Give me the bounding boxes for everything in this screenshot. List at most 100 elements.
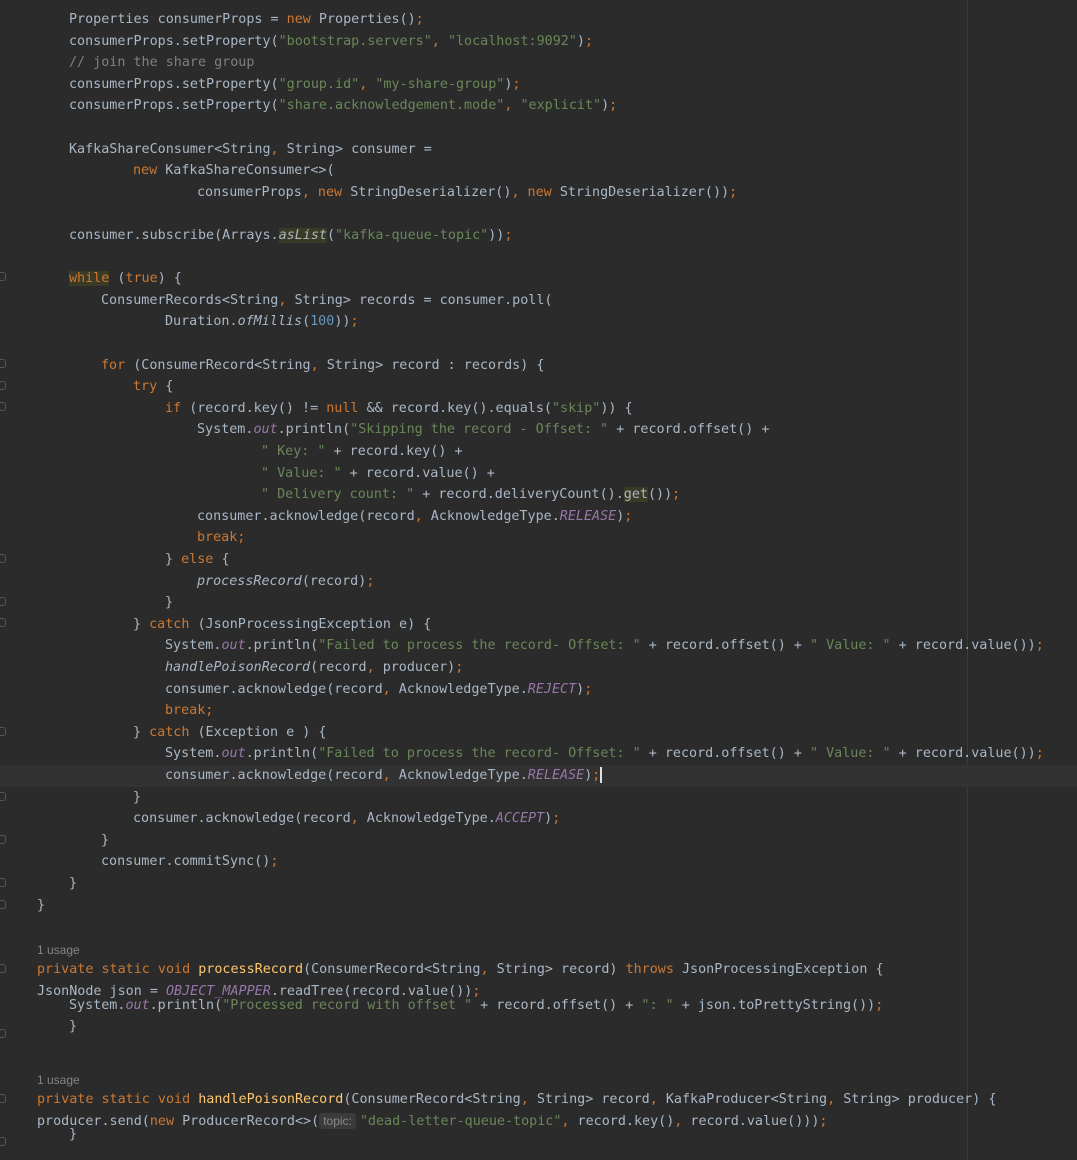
code-line[interactable]: consumer.acknowledge(record, Acknowledge… — [133, 808, 560, 830]
code-line[interactable]: consumerProps, new StringDeserializer(),… — [197, 182, 737, 204]
code-token: ; — [729, 184, 738, 200]
code-line[interactable]: producer.send(new ProducerRecord<>(topic… — [37, 1111, 827, 1133]
code-token: new — [133, 163, 166, 179]
fold-marker-icon[interactable] — [0, 272, 6, 281]
code-line[interactable]: } — [69, 1016, 77, 1038]
code-line[interactable]: consumerProps.setProperty("share.acknowl… — [69, 95, 617, 117]
code-token: consumerProps.setProperty( — [69, 98, 279, 114]
code-line[interactable]: } — [69, 1124, 77, 1146]
code-line[interactable]: } — [165, 592, 173, 614]
code-token: RELEASE — [527, 768, 585, 783]
fold-marker-icon[interactable] — [0, 964, 6, 973]
fold-marker-icon[interactable] — [0, 402, 6, 411]
code-token: , — [359, 76, 376, 92]
code-token: { — [165, 379, 174, 395]
usage-hint-process-record[interactable]: 1 usage — [37, 942, 80, 958]
code-line[interactable]: if (record.key() != null && record.key()… — [165, 398, 633, 420]
code-line[interactable]: System.out.println("Processed record wit… — [69, 995, 883, 1017]
code-line[interactable]: consumerProps.setProperty("bootstrap.ser… — [69, 31, 593, 53]
code-token: processRecord — [198, 962, 304, 978]
code-token: } — [69, 1019, 78, 1035]
code-line[interactable]: consumerProps.setProperty("group.id", "m… — [69, 74, 520, 96]
code-line[interactable]: Properties consumerProps = new Propertie… — [69, 9, 424, 31]
code-editor[interactable]: 1 usage 1 usage Properties consumerProps… — [0, 0, 1077, 1160]
parameter-hint: topic: — [319, 1112, 356, 1129]
code-token: KafkaProducer<String — [665, 1092, 828, 1107]
code-line[interactable]: // join the share group — [69, 52, 254, 74]
fold-marker-icon[interactable] — [0, 381, 6, 390]
code-line[interactable]: } — [69, 873, 77, 895]
code-line[interactable]: consumer.acknowledge(record, Acknowledge… — [197, 506, 632, 528]
code-line[interactable]: consumer.commitSync(); — [101, 851, 278, 873]
fold-marker-icon[interactable] — [0, 900, 6, 909]
code-token: ; — [366, 573, 375, 589]
code-token: + record.offset() + — [640, 638, 810, 654]
code-token: Properties consumerProps = — [69, 12, 287, 27]
code-line[interactable]: for (ConsumerRecord<String, String> reco… — [101, 355, 544, 377]
code-token: , — [310, 357, 327, 373]
code-line[interactable]: handlePoisonRecord(record, producer); — [165, 657, 463, 679]
code-line[interactable]: " Value: " + record.value() + — [261, 463, 495, 485]
fold-marker-icon[interactable] — [0, 878, 6, 887]
fold-marker-icon[interactable] — [0, 554, 6, 563]
code-token: out — [221, 746, 246, 762]
code-line[interactable]: ConsumerRecords<String, String> records … — [101, 290, 552, 312]
code-line[interactable]: } catch (Exception e ) { — [133, 722, 327, 744]
code-token: " Delivery count: " — [261, 487, 415, 503]
code-token: String> record) — [496, 962, 626, 978]
code-line[interactable]: consumer.acknowledge(record, Acknowledge… — [165, 679, 592, 701]
code-token: JsonProcessingException { — [682, 962, 884, 978]
code-token: record.key() — [577, 1113, 675, 1129]
code-line[interactable]: break; — [165, 700, 213, 722]
code-line[interactable]: processRecord(record); — [197, 571, 374, 593]
code-line[interactable]: private static void handlePoisonRecord(C… — [37, 1089, 996, 1111]
code-token: true — [125, 271, 158, 287]
code-token: RELEASE — [559, 508, 617, 524]
code-line[interactable]: " Key: " + record.key() + — [261, 441, 463, 463]
fold-marker-icon[interactable] — [0, 792, 6, 801]
fold-marker-icon[interactable] — [0, 1137, 6, 1146]
code-line[interactable]: " Delivery count: " + record.deliveryCou… — [261, 484, 680, 506]
code-line[interactable]: break; — [197, 527, 245, 549]
fold-marker-icon[interactable] — [0, 618, 6, 627]
code-line[interactable]: System.out.println("Skipping the record … — [197, 419, 769, 441]
code-line[interactable]: } catch (JsonProcessingException e) { — [133, 614, 431, 636]
code-line[interactable]: try { — [133, 376, 173, 398]
fold-marker-icon[interactable] — [0, 597, 6, 606]
code-line[interactable]: new KafkaShareConsumer<>( — [133, 160, 335, 182]
code-token: Duration. — [165, 314, 238, 330]
fold-marker-icon[interactable] — [0, 1029, 6, 1038]
code-token: } — [165, 552, 182, 567]
code-token: ; — [592, 768, 601, 783]
code-token: .println( — [149, 997, 223, 1013]
fold-marker-icon[interactable] — [0, 835, 6, 844]
code-token: ProducerRecord<>( — [182, 1113, 320, 1129]
code-token: " Value: " — [261, 465, 342, 481]
fold-marker-icon[interactable] — [0, 359, 6, 368]
code-token: while — [69, 271, 110, 287]
code-token: ofMillis — [237, 314, 303, 330]
code-line[interactable]: private static void processRecord(Consum… — [37, 959, 884, 981]
code-line[interactable]: Duration.ofMillis(100)); — [165, 311, 359, 333]
code-token: (record.key() != — [189, 400, 327, 416]
code-line[interactable]: } — [37, 895, 45, 917]
fold-marker-icon[interactable] — [0, 727, 6, 736]
code-line[interactable]: consumer.subscribe(Arrays.asList("kafka-… — [69, 225, 512, 247]
code-line[interactable]: } — [101, 830, 109, 852]
usage-hint-handle-poison-record[interactable]: 1 usage — [37, 1072, 80, 1088]
code-line[interactable]: } — [133, 787, 141, 809]
code-line[interactable]: consumer.acknowledge(record, Acknowledge… — [165, 765, 603, 787]
code-line[interactable]: } else { — [165, 549, 230, 571]
code-token: throws — [625, 962, 682, 978]
code-line[interactable]: while (true) { — [69, 268, 182, 290]
fold-marker-icon[interactable] — [0, 1094, 6, 1103]
code-token: + record.offset() + — [472, 997, 642, 1013]
code-token: + record.value()) — [890, 746, 1036, 762]
code-line[interactable]: System.out.println("Failed to process th… — [165, 743, 1044, 765]
code-token: System. — [165, 638, 222, 654]
code-token: "Failed to process the record- Offset: " — [318, 746, 641, 762]
code-token: ; — [584, 33, 594, 49]
code-line[interactable]: KafkaShareConsumer<String, String> consu… — [69, 139, 432, 161]
code-line[interactable]: System.out.println("Failed to process th… — [165, 635, 1044, 657]
code-token: new — [286, 12, 319, 27]
